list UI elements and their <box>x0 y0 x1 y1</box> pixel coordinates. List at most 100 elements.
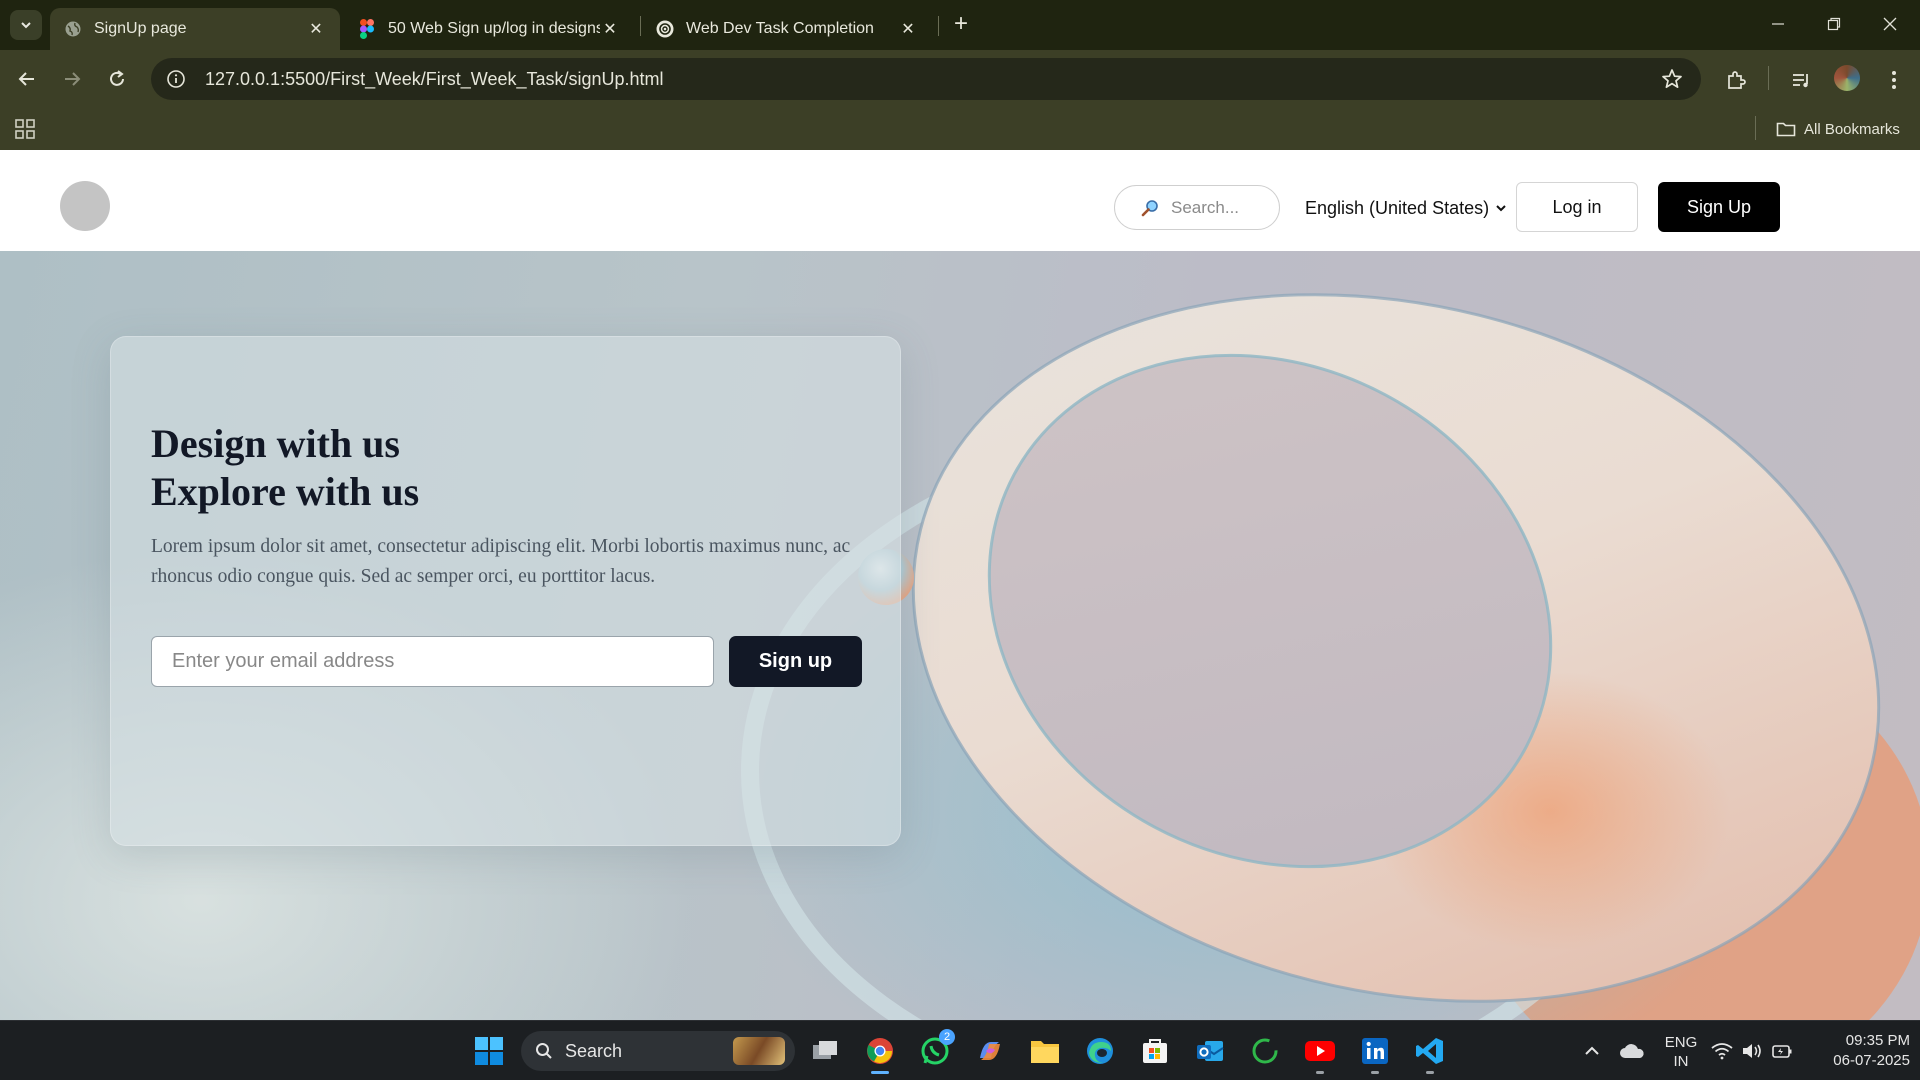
whatsapp-icon[interactable]: 2 <box>917 1029 955 1069</box>
openai-icon <box>656 20 674 38</box>
all-bookmarks-label: All Bookmarks <box>1804 120 1900 138</box>
tab-title: 50 Web Sign up/log in designs <box>388 20 600 37</box>
tab-figma-designs[interactable]: 50 Web Sign up/log in designs ✕ <box>344 8 634 50</box>
hero-description: Lorem ipsum dolor sit amet, consectetur … <box>151 536 851 587</box>
tab-strip: SignUp page ✕ 50 Web Sign up/log in desi… <box>0 0 1920 50</box>
chrome-running-indicator <box>871 1071 889 1074</box>
linkedin-running-indicator <box>1371 1071 1379 1074</box>
search-icon <box>536 1043 552 1059</box>
chevron-up-icon <box>1585 1046 1599 1055</box>
address-bar[interactable]: 127.0.0.1:5500/First_Week/First_Week_Tas… <box>151 58 1701 100</box>
new-tab-button[interactable]: + <box>948 12 974 38</box>
progress-ring-icon[interactable] <box>1247 1033 1283 1069</box>
taskbar: Search 2 ENG IN 09:35 PM 06-07-2025 <box>0 1020 1920 1080</box>
taskbar-search-label: Search <box>565 1040 623 1061</box>
chevron-down-icon <box>1496 205 1506 212</box>
header-signup-button[interactable]: Sign Up <box>1658 182 1780 232</box>
globe-icon <box>64 20 82 38</box>
windows-icon <box>475 1037 503 1065</box>
outlook-icon[interactable] <box>1192 1033 1228 1069</box>
close-icon[interactable]: ✕ <box>306 19 326 39</box>
close-icon <box>1883 17 1897 31</box>
url-text: 127.0.0.1:5500/First_Week/First_Week_Tas… <box>205 68 664 89</box>
login-button[interactable]: Log in <box>1516 182 1638 232</box>
tab-separator <box>640 16 641 36</box>
close-icon[interactable]: ✕ <box>600 19 620 39</box>
search-highlight-image <box>733 1037 785 1065</box>
vscode-icon[interactable] <box>1412 1033 1448 1069</box>
search-icon <box>1141 199 1158 216</box>
extensions-icon[interactable] <box>1722 66 1750 94</box>
whatsapp-badge: 2 <box>939 1029 955 1045</box>
language-code: ENG <box>1664 1034 1698 1051</box>
folder-icon <box>1776 122 1796 137</box>
close-window-button[interactable] <box>1862 8 1918 40</box>
bookmarks-divider <box>1755 116 1756 140</box>
language-select[interactable]: English (United States) <box>1305 194 1507 222</box>
show-hidden-icons-button[interactable] <box>1574 1033 1610 1069</box>
reload-icon <box>110 70 124 86</box>
email-input[interactable] <box>151 636 714 687</box>
youtube-running-indicator <box>1316 1071 1324 1074</box>
heading-line-1: Design with us <box>151 421 400 466</box>
forward-button[interactable] <box>55 62 89 96</box>
chrome-icon[interactable] <box>862 1033 898 1069</box>
file-explorer-icon[interactable] <box>1027 1033 1063 1069</box>
hero-heading: Design with us Explore with us <box>151 420 419 516</box>
onedrive-icon[interactable] <box>1614 1033 1650 1069</box>
edge-icon[interactable] <box>1082 1033 1118 1069</box>
copilot-icon[interactable] <box>972 1033 1008 1069</box>
minimize-icon <box>1772 23 1784 25</box>
toolbar-divider <box>1768 66 1769 90</box>
tab-signup-page[interactable]: SignUp page ✕ <box>50 8 340 50</box>
volume-icon[interactable] <box>1738 1033 1766 1069</box>
apps-grid-icon[interactable] <box>14 118 36 140</box>
minimize-button[interactable] <box>1750 8 1806 40</box>
chevron-down-icon <box>21 22 31 29</box>
heading-line-2: Explore with us <box>151 469 420 514</box>
site-search[interactable] <box>1114 185 1280 230</box>
region-code: IN <box>1673 1053 1689 1070</box>
tab-title: SignUp page <box>94 20 187 37</box>
system-clock[interactable]: 09:35 PM 06-07-2025 <box>1810 1031 1910 1071</box>
signup-card: Design with us Explore with us Lorem ips… <box>110 336 901 846</box>
page-viewport: English (United States) Log in Sign Up <box>0 150 1920 1020</box>
tab-separator <box>938 16 939 36</box>
restore-button[interactable] <box>1806 8 1862 40</box>
more-menu-icon[interactable] <box>1880 66 1908 94</box>
tab-chatgpt[interactable]: Web Dev Task Completion ✕ <box>642 8 932 50</box>
signup-button[interactable]: Sign up <box>729 636 862 687</box>
language-label: English (United States) <box>1305 197 1490 218</box>
start-button[interactable] <box>471 1033 507 1069</box>
hero-section: Design with us Explore with us Lorem ips… <box>0 251 1920 1020</box>
vscode-running-indicator <box>1426 1071 1434 1074</box>
profile-avatar[interactable] <box>1834 65 1860 91</box>
input-language-indicator[interactable]: ENG IN <box>1656 1033 1706 1071</box>
tab-title: Web Dev Task Completion <box>686 20 874 37</box>
clock-time: 09:35 PM <box>1845 1032 1910 1049</box>
reload-button[interactable] <box>100 62 134 96</box>
taskbar-search[interactable]: Search <box>521 1031 795 1071</box>
site-logo[interactable] <box>60 181 110 231</box>
task-view-icon[interactable] <box>807 1033 843 1069</box>
figma-icon <box>358 19 376 39</box>
star-icon[interactable] <box>1661 68 1683 90</box>
browser-toolbar: 127.0.0.1:5500/First_Week/First_Week_Tas… <box>0 50 1920 108</box>
back-button[interactable] <box>10 62 44 96</box>
linkedin-icon[interactable] <box>1357 1033 1393 1069</box>
clock-date: 06-07-2025 <box>1833 1052 1910 1069</box>
tab-search-button[interactable] <box>10 10 42 40</box>
battery-icon[interactable] <box>1768 1033 1796 1069</box>
bookmarks-bar: All Bookmarks <box>0 108 1920 150</box>
wifi-icon[interactable] <box>1708 1033 1736 1069</box>
close-icon[interactable]: ✕ <box>898 19 918 39</box>
arrow-right-icon <box>65 72 81 86</box>
site-header: English (United States) Log in Sign Up <box>0 150 1920 251</box>
media-control-icon[interactable] <box>1787 66 1815 94</box>
all-bookmarks-button[interactable]: All Bookmarks <box>1776 116 1900 142</box>
youtube-icon[interactable] <box>1302 1033 1338 1069</box>
search-input[interactable] <box>1171 197 1271 218</box>
microsoft-store-icon[interactable] <box>1137 1033 1173 1069</box>
info-icon[interactable] <box>155 58 197 100</box>
restore-icon <box>1827 17 1841 31</box>
